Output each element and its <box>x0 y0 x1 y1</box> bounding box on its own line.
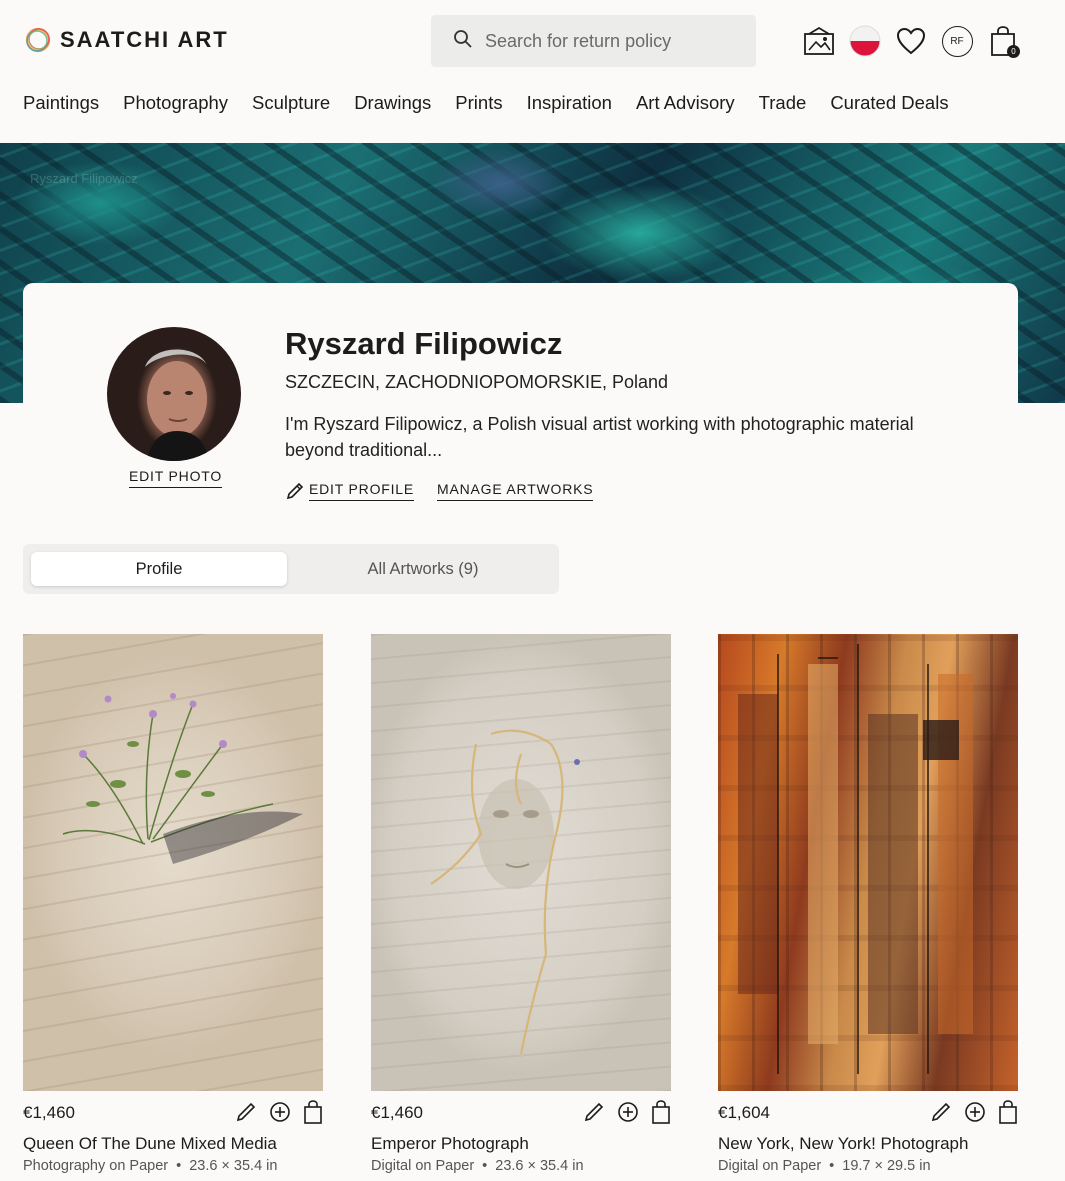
meta-separator: • <box>829 1158 835 1174</box>
logo-ring-icon <box>24 26 52 54</box>
manage-artworks-label: MANAGE ARTWORKS <box>437 481 594 501</box>
site-header: SAATCHI ART RF 0 Paintings Photography S… <box>0 0 1065 143</box>
artwork-size: 19.7 × 29.5 in <box>842 1158 931 1174</box>
artist-name: Ryszard Filipowicz <box>285 326 563 361</box>
meta-separator: • <box>176 1158 182 1174</box>
logo-text: SAATCHI ART <box>60 27 229 52</box>
add-to-cart-bag-icon[interactable] <box>651 1100 671 1129</box>
nav-curated-deals[interactable]: Curated Deals <box>830 92 948 114</box>
nav-sculpture[interactable]: Sculpture <box>252 92 330 114</box>
nav-paintings[interactable]: Paintings <box>23 92 99 114</box>
artwork-image[interactable] <box>23 634 323 1091</box>
tab-all-artworks[interactable]: All Artworks (9) <box>295 552 551 586</box>
artwork-meta: Digital on Paper • 23.6 × 35.4 in <box>371 1158 584 1174</box>
add-to-collection-icon[interactable] <box>617 1101 639 1128</box>
artwork-price: €1,460 <box>23 1103 75 1122</box>
search-icon <box>453 29 473 54</box>
edit-profile-button[interactable]: EDIT PROFILE <box>285 481 415 501</box>
artwork-actions <box>235 1100 323 1129</box>
edit-artwork-pencil-icon[interactable] <box>583 1101 605 1128</box>
artwork-actions <box>930 1100 1018 1129</box>
nav-prints[interactable]: Prints <box>455 92 502 114</box>
artwork-card[interactable]: €1,460 Queen Of The Dune Mixed Media Pho… <box>23 634 323 1174</box>
profile-tabs: Profile All Artworks (9) <box>23 544 559 594</box>
add-to-collection-icon[interactable] <box>269 1101 291 1128</box>
add-to-cart-bag-icon[interactable] <box>998 1100 1018 1129</box>
artwork-size: 23.6 × 35.4 in <box>495 1158 584 1174</box>
user-initials: RF <box>941 25 973 57</box>
search-bar[interactable] <box>431 15 756 67</box>
add-to-cart-bag-icon[interactable] <box>303 1100 323 1129</box>
artwork-image[interactable] <box>371 634 671 1091</box>
artwork-title[interactable]: Emperor Photograph <box>371 1134 529 1154</box>
nav-art-advisory[interactable]: Art Advisory <box>636 92 735 114</box>
artwork-medium: Digital on Paper <box>718 1158 822 1174</box>
tab-profile[interactable]: Profile <box>31 552 287 586</box>
nav-trade[interactable]: Trade <box>759 92 807 114</box>
artwork-card[interactable]: €1,604 New York, New York! Photograph Di… <box>718 634 1018 1174</box>
artwork-image[interactable] <box>718 634 1018 1091</box>
artwork-size: 23.6 × 35.4 in <box>189 1158 278 1174</box>
nav-photography[interactable]: Photography <box>123 92 228 114</box>
nav-inspiration[interactable]: Inspiration <box>527 92 612 114</box>
main-nav: Paintings Photography Sculpture Drawings… <box>23 92 949 114</box>
artwork-title[interactable]: Queen Of The Dune Mixed Media <box>23 1134 277 1154</box>
cart-count-badge: 0 <box>1007 45 1020 58</box>
artwork-actions <box>583 1100 671 1129</box>
edit-artwork-pencil-icon[interactable] <box>235 1101 257 1128</box>
add-to-collection-icon[interactable] <box>964 1101 986 1128</box>
nav-drawings[interactable]: Drawings <box>354 92 431 114</box>
edit-photo-link[interactable]: EDIT PHOTO <box>129 468 223 488</box>
artwork-card[interactable]: €1,460 Emperor Photograph Digital on Pap… <box>371 634 671 1174</box>
pencil-icon <box>286 482 304 500</box>
artist-bio: I'm Ryszard Filipowicz, a Polish visual … <box>285 414 914 460</box>
heart-icon[interactable] <box>894 24 928 58</box>
banner-breadcrumb: Ryszard Filipowicz <box>30 171 138 186</box>
meta-separator: • <box>482 1158 488 1174</box>
artist-avatar[interactable] <box>107 327 241 461</box>
artwork-medium: Digital on Paper <box>371 1158 475 1174</box>
edit-artwork-pencil-icon[interactable] <box>930 1101 952 1128</box>
saatchi-art-logo[interactable]: SAATCHI ART <box>24 26 229 54</box>
artwork-price: €1,604 <box>718 1103 770 1122</box>
poland-flag-icon[interactable] <box>848 24 882 58</box>
gallery-image-icon[interactable] <box>802 24 836 58</box>
profile-card: EDIT PHOTO Ryszard Filipowicz SZCZECIN, … <box>23 283 1018 533</box>
cart-button[interactable]: 0 <box>986 24 1020 58</box>
user-avatar-button[interactable]: RF <box>940 24 974 58</box>
artwork-medium: Photography on Paper <box>23 1158 169 1174</box>
artwork-title[interactable]: New York, New York! Photograph <box>718 1134 968 1154</box>
artwork-meta: Digital on Paper • 19.7 × 29.5 in <box>718 1158 931 1174</box>
manage-artworks-button[interactable]: MANAGE ARTWORKS <box>437 481 594 501</box>
search-input[interactable] <box>485 30 735 52</box>
edit-profile-label: EDIT PROFILE <box>309 481 415 501</box>
artist-location: SZCZECIN, ZACHODNIOPOMORSKIE, Poland <box>285 372 669 392</box>
artwork-price: €1,460 <box>371 1103 423 1122</box>
artwork-meta: Photography on Paper • 23.6 × 35.4 in <box>23 1158 277 1174</box>
